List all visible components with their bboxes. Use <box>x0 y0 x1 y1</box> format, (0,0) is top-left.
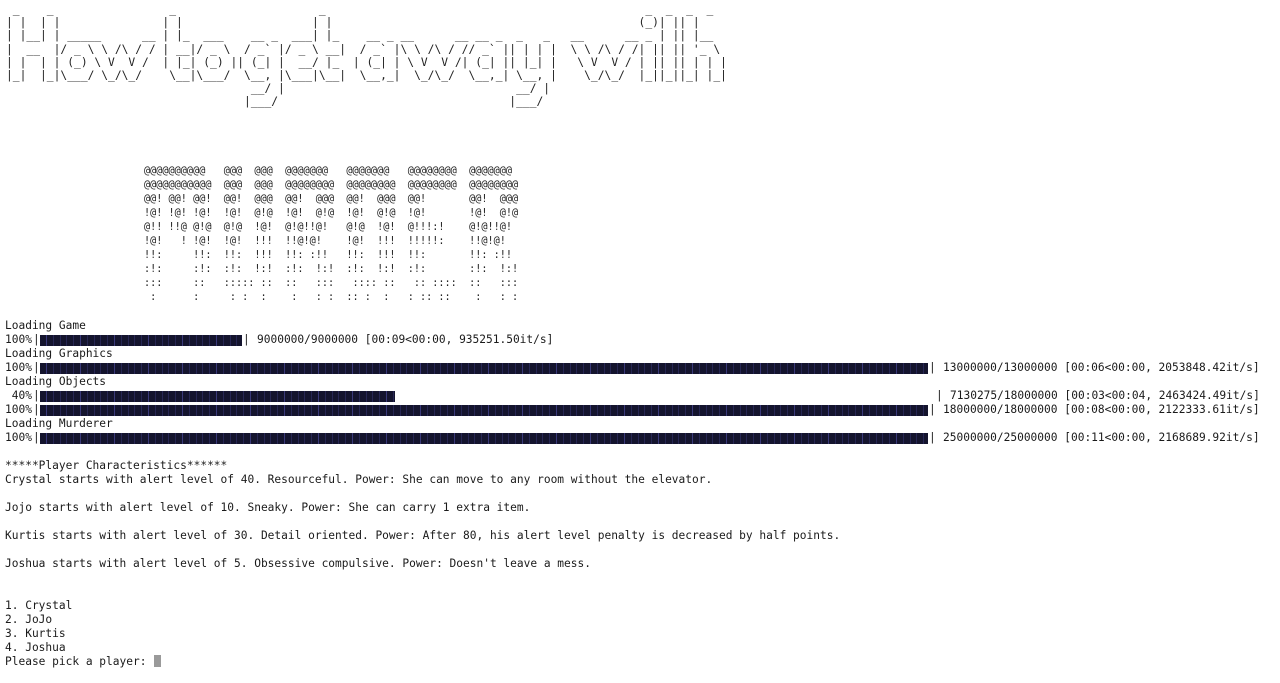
player-prompt-text: Please pick a player: <box>5 655 154 668</box>
progress-stats-murderer: 25000000/25000000 [00:11<00:00, 2168689.… <box>943 431 1260 444</box>
progress-bar-right-edge: | <box>936 389 943 402</box>
progress-bar-graphics <box>40 363 928 374</box>
progress-bar-right-edge: | <box>929 403 936 416</box>
progress-percent-game: 100% <box>5 333 32 346</box>
progress-fill-graphics <box>40 363 928 374</box>
menu-option-joshua: 4. Joshua <box>5 641 66 654</box>
progress-percent-graphics: 100% <box>5 361 32 374</box>
progress-stats-graphics: 13000000/13000000 [00:06<00:00, 2053848.… <box>943 361 1260 374</box>
title-ascii-banner: _ _ _ _ _ _ _ _ | | | | | | | | (_)| || … <box>6 3 727 109</box>
progress-bar-right-edge: | <box>929 431 936 444</box>
text-cursor[interactable] <box>154 655 162 667</box>
progress-fill-murderer <box>40 433 928 444</box>
terminal-window: _ _ _ _ _ _ _ _ | | | | | | | | (_)| || … <box>0 0 1280 683</box>
menu-option-crystal: 1. Crystal <box>5 599 73 612</box>
progress-bar-left-edge: | <box>33 431 40 444</box>
progress-bar-left-edge: | <box>33 333 40 346</box>
progress-bar-right-edge: | <box>243 333 250 346</box>
characteristics-heading: *****Player Characteristics****** <box>5 459 228 472</box>
progress-bar-murderer <box>40 433 928 444</box>
progress-bar-objects <box>40 405 928 416</box>
progress-bar-objects-partial <box>40 391 928 402</box>
progress-bar-left-edge: | <box>33 389 40 402</box>
character-description-joshua: Joshua starts with alert level of 5. Obs… <box>5 557 591 570</box>
progress-label-objects: Loading Objects <box>5 375 107 388</box>
murder-ascii-art: @@@@@@@@@@ @@@ @@@ @@@@@@@ @@@@@@@ @@@@@… <box>144 166 519 303</box>
character-description-kurtis: Kurtis starts with alert level of 30. De… <box>5 529 841 542</box>
progress-stats-objects: 18000000/18000000 [00:08<00:00, 2122333.… <box>943 403 1260 416</box>
progress-stats-objects-partial: 7130275/18000000 [00:03<00:04, 2463424.4… <box>950 389 1260 402</box>
progress-fill-objects <box>40 405 928 416</box>
progress-label-murderer: Loading Murderer <box>5 417 113 430</box>
character-description-jojo: Jojo starts with alert level of 10. Snea… <box>5 501 531 514</box>
progress-percent-murderer: 100% <box>5 431 32 444</box>
progress-label-game: Loading Game <box>5 319 86 332</box>
progress-stats-game: 9000000/9000000 [00:09<00:00, 935251.50i… <box>257 333 554 346</box>
progress-bar-left-edge: | <box>33 403 40 416</box>
progress-bar-game <box>40 335 242 346</box>
player-prompt-line[interactable]: Please pick a player: <box>5 655 162 669</box>
character-description-crystal: Crystal starts with alert level of 40. R… <box>5 473 713 486</box>
menu-option-kurtis: 3. Kurtis <box>5 627 66 640</box>
progress-percent-objects: 40% <box>5 389 32 402</box>
menu-option-jojo: 2. JoJo <box>5 613 53 626</box>
progress-percent-objects: 100% <box>5 403 32 416</box>
progress-fill-game <box>40 335 242 346</box>
progress-bar-left-edge: | <box>33 361 40 374</box>
progress-fill-objects-partial <box>40 391 396 402</box>
progress-bar-right-edge: | <box>929 361 936 374</box>
progress-label-graphics: Loading Graphics <box>5 347 113 360</box>
